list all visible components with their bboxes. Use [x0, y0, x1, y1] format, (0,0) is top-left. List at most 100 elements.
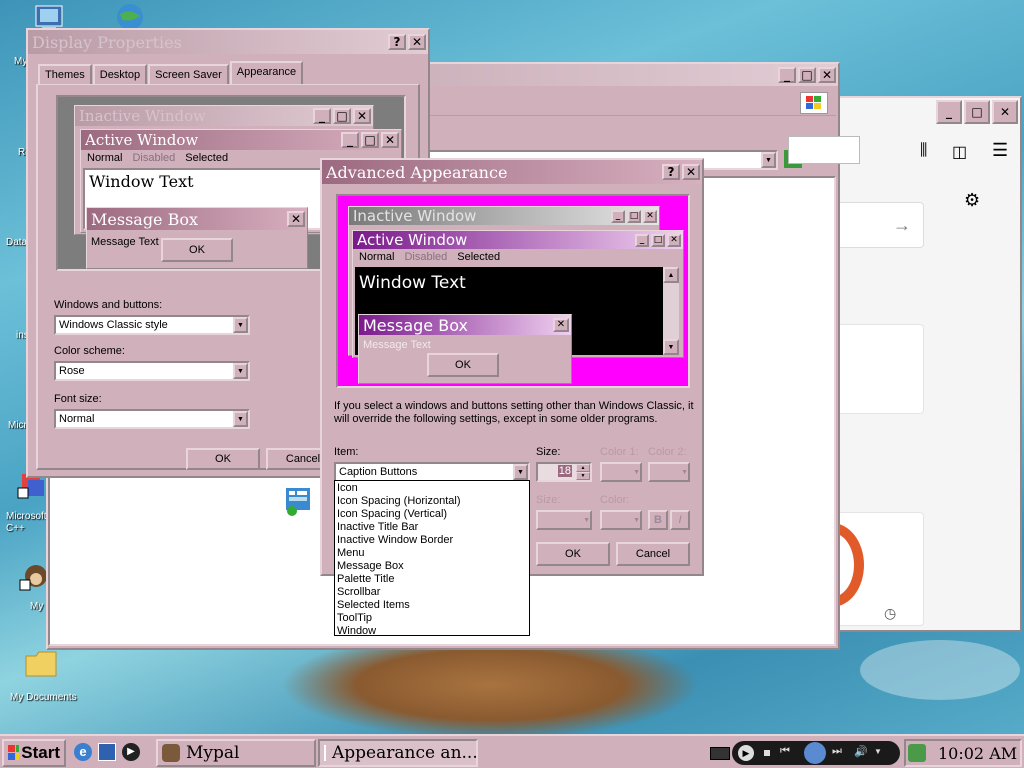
outlook-icon[interactable]: [98, 743, 116, 761]
list-item[interactable]: Icon Spacing (Vertical): [335, 508, 529, 521]
top-site-card[interactable]: ◷: [840, 512, 924, 626]
gear-icon[interactable]: ⚙: [964, 190, 980, 211]
network-icon[interactable]: [908, 744, 926, 762]
item-select[interactable]: Caption Buttons ▼: [334, 462, 530, 482]
list-item[interactable]: Message Box: [335, 560, 529, 573]
app-icon[interactable]: [284, 486, 314, 519]
maximize-icon: □: [627, 209, 641, 223]
maximize-icon: □: [361, 132, 379, 148]
list-item[interactable]: Inactive Title Bar: [335, 521, 529, 534]
list-item[interactable]: Icon: [335, 482, 529, 495]
folder-icon[interactable]: [24, 648, 58, 678]
cancel-button[interactable]: Cancel: [616, 542, 690, 566]
search-card[interactable]: →: [840, 202, 924, 248]
color1-picker[interactable]: ▼: [600, 462, 642, 482]
top-site-card[interactable]: [840, 324, 924, 414]
preview-ok-button: OK: [427, 353, 499, 377]
display-title-bar[interactable]: Display Properties ? ✕: [28, 30, 428, 54]
address-dropdown[interactable]: ▼: [761, 152, 776, 168]
chevron-down-icon[interactable]: ▼: [874, 747, 882, 756]
list-item[interactable]: Menu: [335, 547, 529, 560]
tab-screen-saver[interactable]: Screen Saver: [148, 64, 229, 84]
media-player-mini[interactable]: ▶ ⏮ ⏭ 🔊 ▼: [732, 741, 900, 765]
minimize-icon: _: [635, 233, 649, 247]
chevron-down-icon[interactable]: ▼: [233, 363, 248, 379]
help-button[interactable]: ?: [662, 164, 680, 180]
taskbar-item-mypal[interactable]: Mypal: [156, 739, 316, 767]
item-dropdown-list[interactable]: Icon Icon Spacing (Horizontal) Icon Spac…: [334, 480, 530, 638]
chevron-down-icon[interactable]: ▼: [233, 317, 248, 333]
maximize-button[interactable]: □: [964, 100, 990, 124]
close-icon: ✕: [553, 318, 569, 332]
maximize-button[interactable]: □: [798, 67, 816, 83]
menu-icon[interactable]: ☰: [992, 140, 1008, 161]
close-button[interactable]: ✕: [992, 100, 1018, 124]
desktop-icon-label: Microsoft C++: [6, 511, 47, 534]
font-color-picker[interactable]: ▼: [600, 510, 642, 530]
list-item[interactable]: Icon Spacing (Horizontal): [335, 495, 529, 508]
close-button[interactable]: ✕: [818, 67, 836, 83]
list-item[interactable]: ToolTip: [335, 612, 529, 625]
next-icon[interactable]: ⏭: [832, 745, 842, 758]
minimize-button[interactable]: _: [936, 100, 962, 124]
advanced-preview: Inactive Window _ □ ✕ Active Window _ □ …: [336, 194, 690, 388]
windows-flag-icon: [8, 745, 20, 760]
color2-picker[interactable]: ▼: [648, 462, 690, 482]
previous-icon[interactable]: ⏮: [780, 745, 790, 758]
minimize-button[interactable]: _: [778, 67, 796, 83]
taskbar-item-appearance[interactable]: Appearance an...: [318, 739, 478, 767]
ok-button[interactable]: OK: [536, 542, 610, 566]
chevron-down-icon[interactable]: ▼: [233, 411, 248, 427]
clock-icon: ◷: [884, 605, 897, 621]
italic-button[interactable]: I: [670, 510, 690, 530]
dialog-title: Display Properties: [32, 32, 182, 52]
list-item[interactable]: Inactive Window Border: [335, 534, 529, 547]
tab-appearance[interactable]: Appearance: [229, 61, 304, 85]
list-item[interactable]: Window: [335, 625, 529, 638]
font-size-picker[interactable]: ▼: [536, 510, 592, 530]
tab-desktop[interactable]: Desktop: [92, 64, 148, 84]
mypal-icon: [162, 744, 180, 762]
library-icon[interactable]: ⫼: [920, 142, 927, 160]
list-item[interactable]: Palette Title: [335, 573, 529, 586]
start-button[interactable]: Start: [2, 739, 66, 767]
tab-themes[interactable]: Themes: [38, 64, 92, 84]
chevron-down-icon[interactable]: ▼: [513, 464, 528, 480]
font-size-label: Size:: [536, 494, 561, 506]
list-item[interactable]: Selected Items: [335, 599, 529, 612]
ok-button[interactable]: OK: [186, 448, 260, 470]
arrow-right-icon[interactable]: →: [893, 215, 911, 236]
help-button[interactable]: ?: [388, 34, 406, 50]
media-player-icon[interactable]: ▶: [122, 743, 140, 761]
color-scheme-label: Color scheme:: [54, 345, 125, 357]
stop-icon[interactable]: [764, 750, 770, 756]
close-icon: ✕: [643, 209, 657, 223]
windows-buttons-select[interactable]: Windows Classic style ▼: [54, 315, 250, 335]
spinner-up-button[interactable]: ▲: [576, 464, 590, 472]
ie-icon[interactable]: e: [74, 743, 92, 761]
advanced-title-bar[interactable]: Advanced Appearance ? ✕: [322, 160, 702, 184]
color-scheme-select[interactable]: Rose ▼: [54, 361, 250, 381]
maximize-icon: □: [333, 108, 351, 124]
color1-label: Color 1:: [600, 446, 639, 458]
spinner-down-button[interactable]: ▼: [576, 472, 590, 480]
close-button[interactable]: ✕: [682, 164, 700, 180]
play-icon[interactable]: ▶: [738, 745, 754, 761]
volume-icon[interactable]: 🔊: [854, 745, 868, 758]
close-button[interactable]: ✕: [408, 34, 426, 50]
clock[interactable]: 10:02 AM: [938, 744, 1017, 763]
font-size-select[interactable]: Normal ▼: [54, 409, 250, 429]
preview-ok-button: OK: [161, 238, 233, 262]
sidebar-icon[interactable]: ◫: [952, 142, 967, 162]
bold-button[interactable]: B: [648, 510, 668, 530]
size-spinner[interactable]: 18 ▲ ▼: [536, 462, 592, 482]
preview-scrollbar: ▲ ▼: [663, 267, 679, 355]
browser-url-field[interactable]: [788, 136, 860, 164]
large-play-icon[interactable]: [804, 742, 826, 764]
item-label: Item:: [334, 446, 359, 458]
keyboard-icon[interactable]: [710, 747, 730, 760]
list-item[interactable]: Scrollbar: [335, 586, 529, 599]
desktop-icon-label: My Documents: [10, 692, 77, 703]
color2-label: Color 2:: [648, 446, 687, 458]
windows-logo-icon: [800, 92, 828, 114]
